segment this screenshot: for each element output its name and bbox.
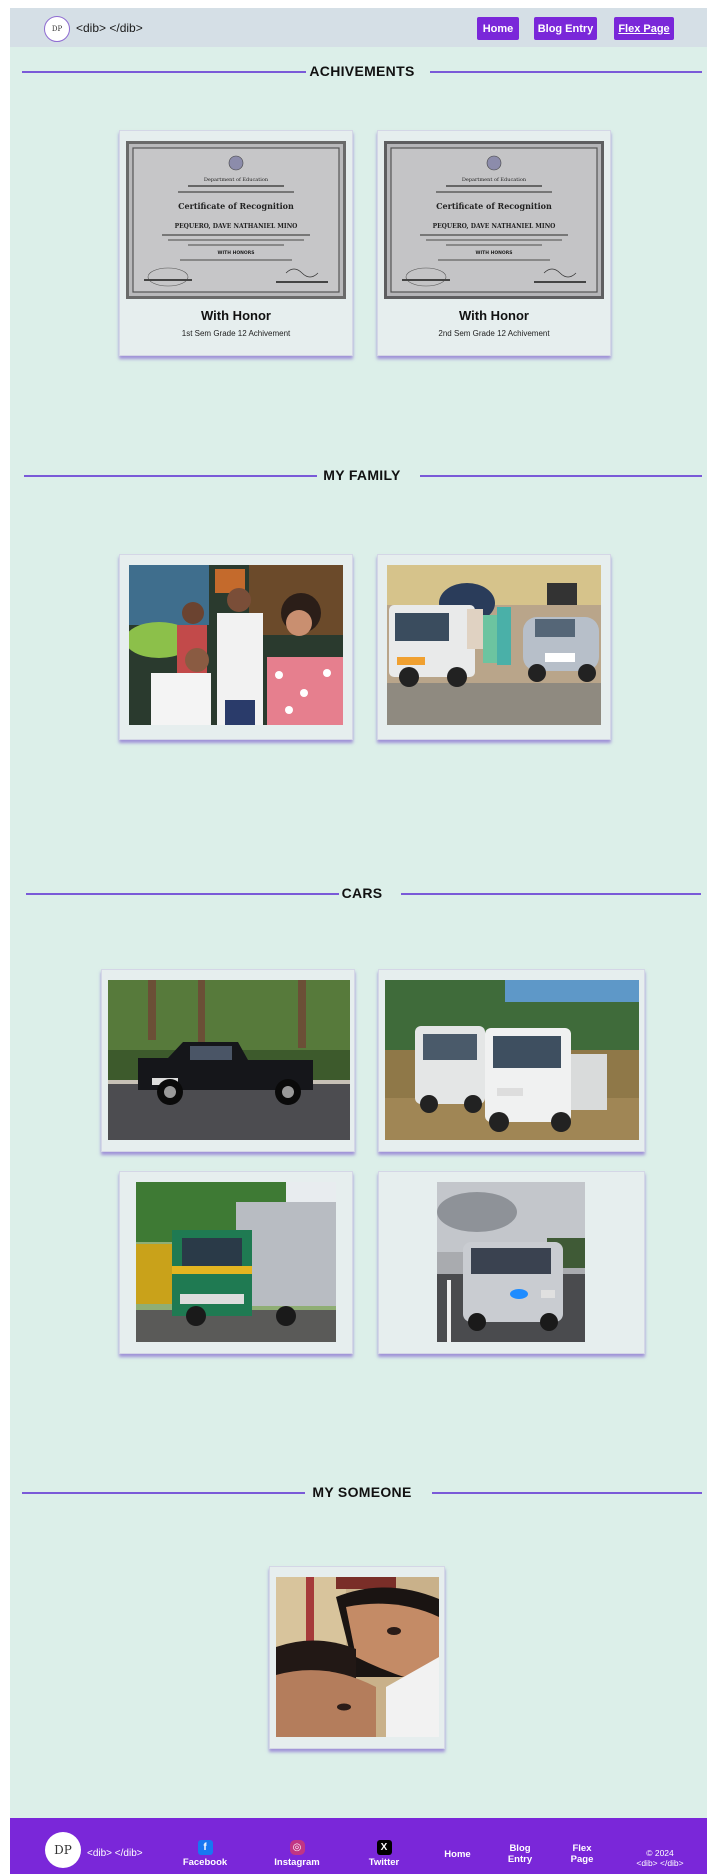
instagram-icon: ◎: [289, 1840, 305, 1855]
car-photo-card: [119, 1171, 353, 1354]
card-title: With Honor: [201, 308, 271, 323]
section-heading-family: MY FAMILY: [22, 465, 702, 485]
someone-photo-card: [269, 1566, 445, 1749]
footer-nav-blog-entry[interactable]: Blog Entry: [500, 1843, 540, 1865]
footer-link-label: Facebook: [182, 1857, 228, 1868]
section-heading-achievements: ACHIVEMENTS: [22, 61, 702, 81]
brand-name: <dib> </dib>: [76, 21, 143, 35]
svg-text:WITH HONORS: WITH HONORS: [476, 250, 513, 256]
card-title: With Honor: [459, 308, 529, 323]
footer-brand: <dib> </dib>: [87, 1848, 143, 1859]
heading-divider: [432, 1492, 702, 1494]
card-subtitle: 1st Sem Grade 12 Achivement: [181, 329, 291, 338]
section-heading-cars: CARS: [22, 883, 702, 903]
svg-text:WITH HONORS: WITH HONORS: [218, 250, 255, 256]
footer-link-twitter[interactable]: X Twitter: [357, 1840, 411, 1868]
svg-text:Certificate of Recognition: Certificate of Recognition: [178, 201, 294, 211]
footer-nav-flex-page[interactable]: Flex Page: [562, 1843, 602, 1865]
copyright-brand: <dib> </dib>: [636, 1858, 684, 1868]
nav-home-button[interactable]: Home: [477, 17, 519, 40]
footer-link-facebook[interactable]: f Facebook: [178, 1840, 232, 1868]
section-heading-someone: MY SOMEONE: [22, 1482, 702, 1502]
footer-nav-home[interactable]: Home: [435, 1849, 480, 1860]
certificate-image: Department of Education Certificate of R…: [384, 141, 604, 299]
car-photo-card: [101, 969, 355, 1152]
heading-divider: [401, 893, 701, 895]
family-cars-photo: [387, 565, 601, 725]
someone-photo: [276, 1577, 439, 1737]
svg-text:PEQUERO, DAVE NATHANIEL MINO: PEQUERO, DAVE NATHANIEL MINO: [433, 223, 556, 230]
car-photo-card: [378, 969, 645, 1152]
blue-headlight-truck-photo: [437, 1182, 585, 1342]
svg-text:Department of Education: Department of Education: [204, 177, 269, 183]
pickup-truck-photo: [108, 980, 350, 1140]
page: DP <dib> </dib> Home Blog Entry Flex Pag…: [10, 8, 707, 1874]
family-photo-card: [377, 554, 611, 740]
copyright-year: © 2024: [646, 1848, 674, 1858]
svg-text:PEQUERO, DAVE NATHANIEL MINO: PEQUERO, DAVE NATHANIEL MINO: [175, 223, 298, 230]
nav-flex-page-button[interactable]: Flex Page: [614, 17, 674, 40]
family-photo: [129, 565, 343, 725]
logo[interactable]: DP: [44, 16, 70, 42]
x-icon: X: [376, 1840, 392, 1855]
family-photo-card: [119, 554, 353, 740]
svg-text:Department of Education: Department of Education: [462, 177, 527, 183]
cargo-truck-photo: [136, 1182, 336, 1342]
facebook-icon: f: [197, 1840, 213, 1855]
heading-divider: [430, 71, 702, 73]
copyright: © 2024 <dib> </dib>: [632, 1848, 688, 1868]
svg-text:Certificate of Recognition: Certificate of Recognition: [436, 201, 552, 211]
site-header: DP <dib> </dib> Home Blog Entry Flex Pag…: [10, 8, 707, 47]
card-subtitle: 2nd Sem Grade 12 Achivement: [438, 329, 550, 338]
achievement-card: Department of Education Certificate of R…: [377, 130, 611, 356]
mini-trucks-photo: [385, 980, 639, 1140]
nav-blog-entry-button[interactable]: Blog Entry: [534, 17, 597, 40]
footer-link-instagram[interactable]: ◎ Instagram: [270, 1840, 324, 1868]
footer-link-label: Twitter: [368, 1857, 400, 1868]
heading-divider: [420, 475, 702, 477]
footer-logo[interactable]: DP: [45, 1832, 81, 1868]
achievement-card: Department of Education Certificate of R…: [119, 130, 353, 356]
footer-link-label: Instagram: [274, 1857, 320, 1868]
site-footer: DP <dib> </dib> f Facebook ◎ Instagram X…: [10, 1818, 707, 1874]
car-photo-card: [378, 1171, 645, 1354]
certificate-image: Department of Education Certificate of R…: [126, 141, 346, 299]
